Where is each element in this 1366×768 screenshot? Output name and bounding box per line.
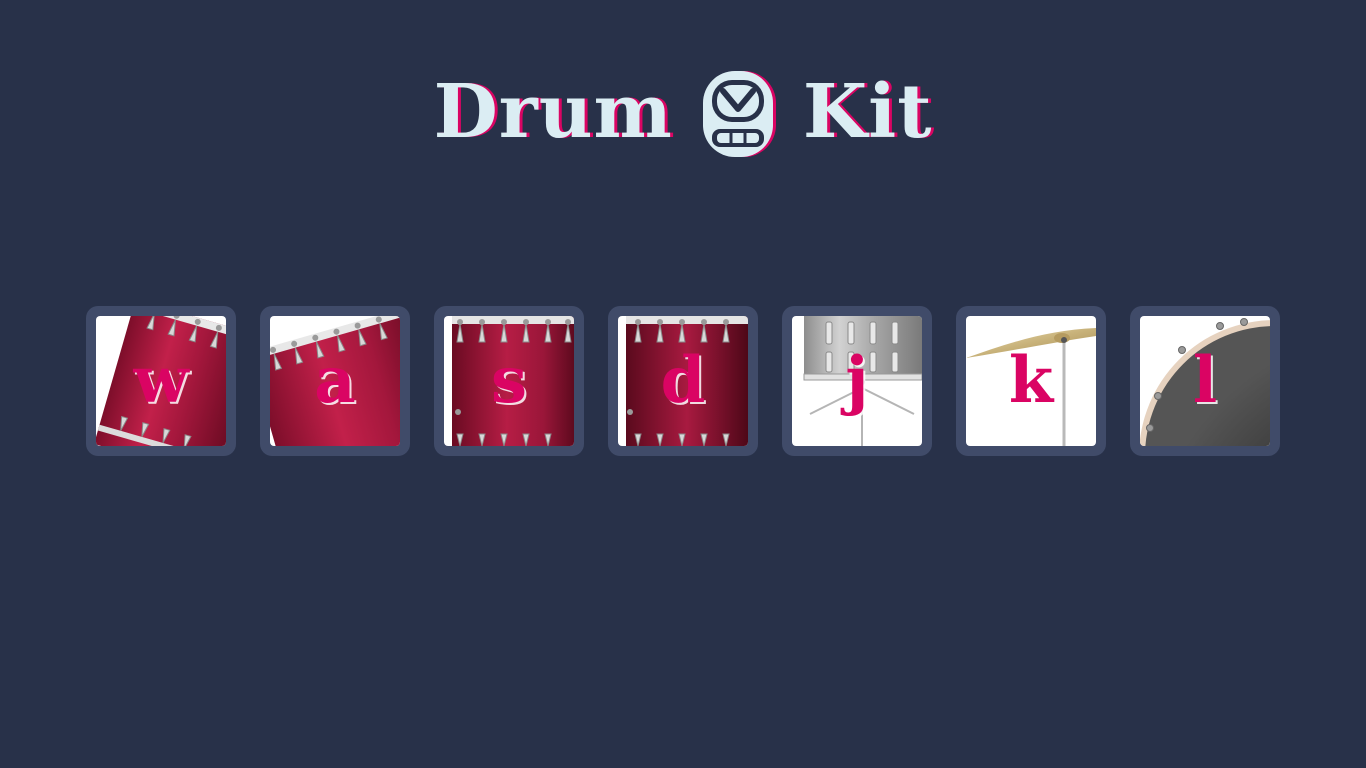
drum-key-label: s: [490, 343, 528, 418]
drum-face: d: [618, 316, 748, 446]
drum-key-label: j: [845, 343, 869, 418]
drum-face: s: [444, 316, 574, 446]
title-word-kit: Kit: [802, 69, 933, 155]
drum-face: j: [792, 316, 922, 446]
drum-key-label: d: [660, 343, 706, 418]
drum-button-a[interactable]: a: [260, 306, 410, 456]
drum-button-l[interactable]: l: [1130, 306, 1280, 456]
drum-button-j[interactable]: j: [782, 306, 932, 456]
drum-button-s[interactable]: s: [434, 306, 584, 456]
page-title: Drum Kit: [0, 64, 1366, 160]
drum-face: a: [270, 316, 400, 446]
drum-key-label: l: [1192, 343, 1218, 418]
drum-face-icon: [699, 67, 777, 161]
drum-key-label: a: [314, 343, 356, 418]
drum-face: k: [966, 316, 1096, 446]
drum-face: l: [1140, 316, 1270, 446]
drum-button-d[interactable]: d: [608, 306, 758, 456]
title-word-drum: Drum: [433, 69, 673, 155]
drum-button-w[interactable]: w: [86, 306, 236, 456]
drum-kit-page: Drum Kit w a s d j k l: [0, 0, 1366, 768]
drum-key-label: k: [1008, 343, 1054, 418]
drum-face: w: [96, 316, 226, 446]
drum-set: w a s d j k l: [86, 306, 1280, 456]
drum-key-label: w: [133, 343, 189, 418]
drum-button-k[interactable]: k: [956, 306, 1106, 456]
